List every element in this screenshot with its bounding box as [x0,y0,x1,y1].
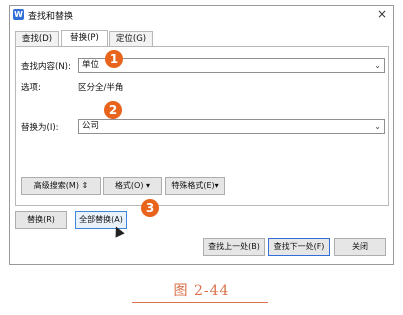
find-replace-dialog: W 查找和替换 × 查找(D) 替换(P) 定位(G) 查找内容(N): 单位 … [9,5,394,265]
step-marker-3: 3 [141,199,159,217]
wps-app-icon: W [13,9,24,20]
options-label: 选项: [21,83,41,93]
tab-replace[interactable]: 替换(P) [61,30,108,46]
format-button[interactable]: 格式(O) ▾ [103,177,162,195]
dialog-title: 查找和替换 [28,12,74,22]
find-next-button[interactable]: 查找下一处(F) [268,238,330,256]
figure-caption: 图 2-44 [173,283,230,299]
close-button[interactable]: 关闭 [334,238,386,256]
replace-label: 替换为(I): [21,123,59,133]
replace-input[interactable]: 公司 ⌄ [78,119,385,134]
replace-panel: 查找内容(N): 单位 ⌄ 选项: 区分全/半角 替换为(I): 公司 ⌄ 高级… [15,46,389,206]
step-marker-1: 1 [105,50,123,68]
replace-button[interactable]: 替换(R) [15,211,67,229]
caption-underline [132,302,268,303]
chevron-down-icon[interactable]: ⌄ [374,59,381,72]
special-format-button[interactable]: 特殊格式(E)▾ [165,177,225,195]
title-bar: W 查找和替换 × [10,6,393,24]
step-marker-2: 2 [104,101,122,119]
find-label: 查找内容(N): [21,62,71,72]
find-value: 单位 [82,60,100,70]
chevron-down-icon[interactable]: ⌄ [374,120,381,133]
find-previous-button[interactable]: 查找上一处(B) [203,238,265,256]
replace-value: 公司 [82,121,100,131]
tab-find[interactable]: 查找(D) [15,31,59,46]
advanced-search-button[interactable]: 高级搜索(M) ⇕ [21,177,101,195]
options-value: 区分全/半角 [78,83,124,93]
tab-goto[interactable]: 定位(G) [109,31,153,46]
find-input[interactable]: 单位 ⌄ [78,58,385,73]
close-icon[interactable]: × [377,7,387,21]
